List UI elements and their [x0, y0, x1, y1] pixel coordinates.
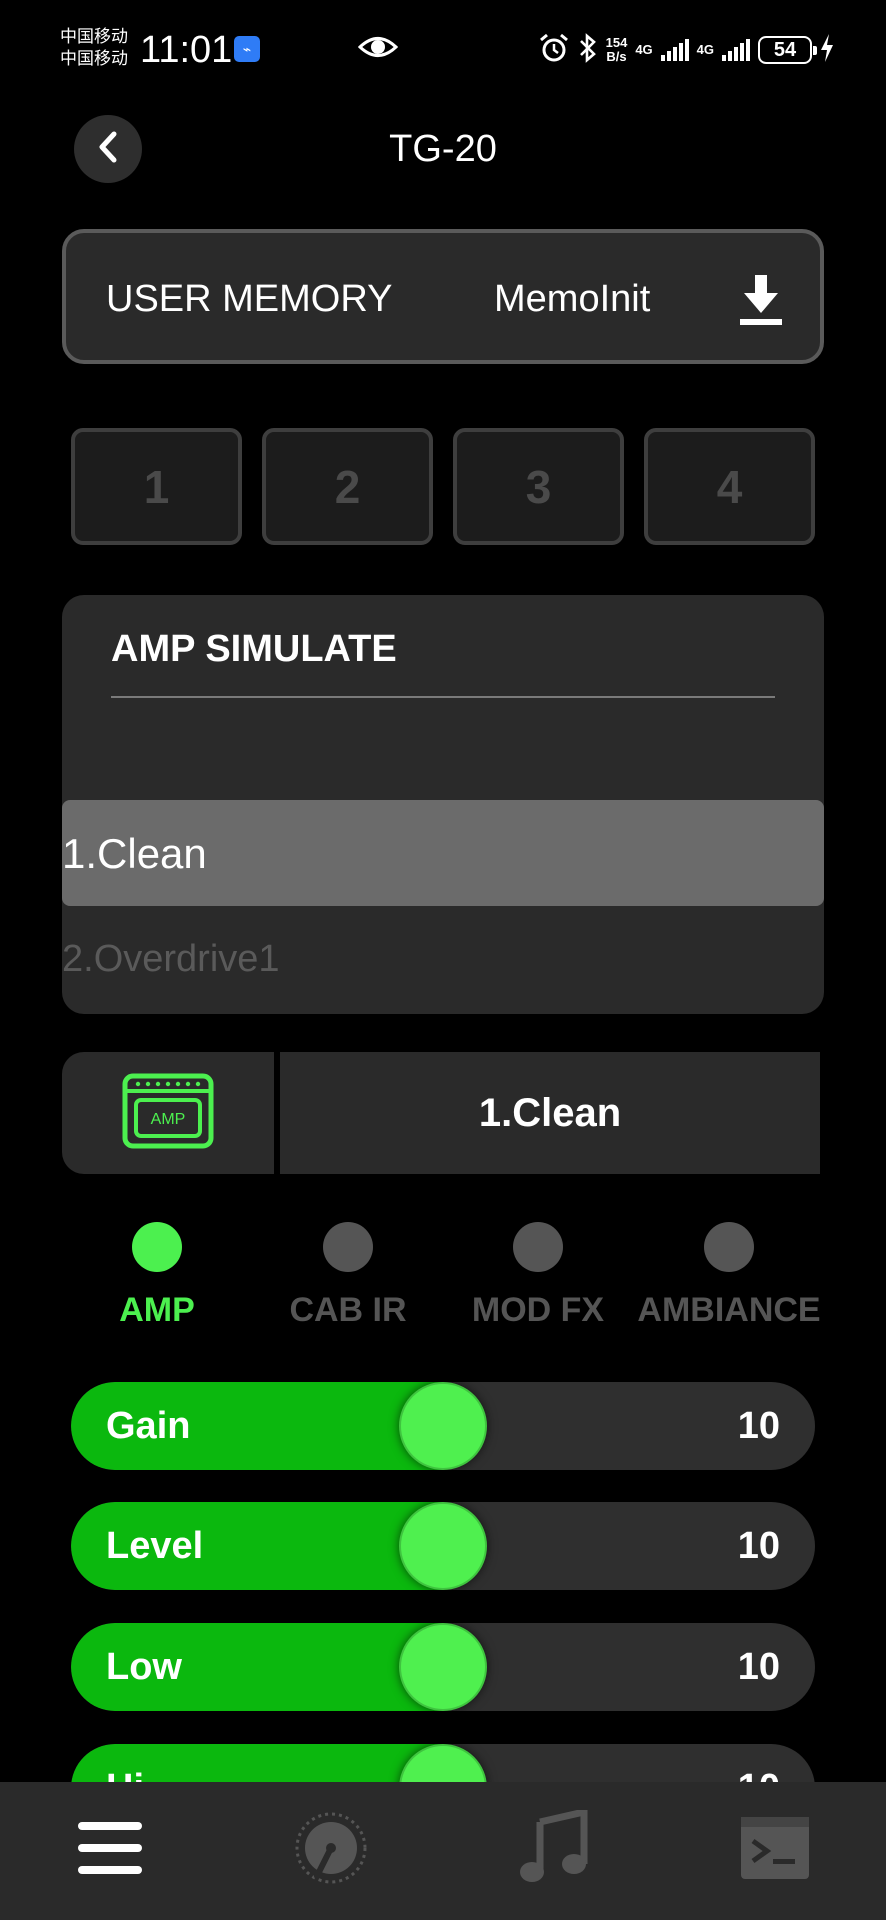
- user-memory-card[interactable]: USER MEMORY MemoInit: [62, 229, 824, 364]
- tab-label: MOD FX: [471, 1291, 605, 1329]
- menu-icon: [76, 1818, 144, 1883]
- tab-indicator: [132, 1222, 182, 1272]
- amp-icon: AMP: [122, 1073, 214, 1154]
- amp-option[interactable]: 2.Overdrive1: [62, 935, 280, 983]
- tab-cab-ir[interactable]: CAB IR: [253, 1222, 443, 1332]
- page-title: TG-20: [389, 128, 497, 170]
- nav-tuner[interactable]: [286, 1810, 376, 1890]
- tab-amp[interactable]: AMP: [62, 1222, 252, 1332]
- nav-terminal[interactable]: [730, 1810, 820, 1890]
- signal-1-icon: [660, 39, 689, 61]
- amp-block-button[interactable]: AMP: [62, 1052, 274, 1174]
- download-button[interactable]: [736, 273, 786, 329]
- current-block-name: 1.Clean: [280, 1052, 820, 1174]
- eye-icon: [357, 32, 399, 67]
- tab-label: CAB IR: [289, 1291, 407, 1329]
- alarm-icon: [538, 32, 570, 69]
- slider-gain[interactable]: Gain 10: [71, 1382, 815, 1470]
- amp-option-selected[interactable]: 1.Clean: [62, 800, 824, 906]
- preset-button-4[interactable]: 4: [644, 428, 815, 545]
- status-bar: 中国移动 中国移动 11:01 ⌁ 154 B/s 4G 4G 54: [0, 0, 886, 100]
- current-block-bar: AMP 1.Clean: [62, 1052, 820, 1174]
- preset-button-3[interactable]: 3: [453, 428, 624, 545]
- carrier-2: 中国移动: [60, 49, 128, 69]
- usb-icon: ⌁: [234, 36, 260, 62]
- battery-icon: 54: [758, 36, 817, 64]
- slider-low[interactable]: Low 10: [71, 1623, 815, 1711]
- preset-buttons: 1 2 3 4: [71, 428, 815, 545]
- tab-mod-fx[interactable]: MOD FX: [443, 1222, 633, 1332]
- slider-value: 10: [737, 1646, 780, 1688]
- download-icon: [736, 275, 786, 333]
- nav-menu[interactable]: [65, 1810, 155, 1890]
- tab-ambiance[interactable]: AMBIANCE: [634, 1222, 824, 1332]
- tab-indicator: [513, 1222, 563, 1272]
- network-type-1: 4G: [635, 42, 653, 57]
- amp-simulate-panel[interactable]: AMP SIMULATE 1.Clean 2.Overdrive1: [62, 595, 824, 1014]
- terminal-icon: [739, 1815, 811, 1886]
- slider-thumb[interactable]: [399, 1502, 487, 1590]
- status-indicators: 154 B/s 4G 4G 54: [538, 30, 834, 70]
- bluetooth-icon: [578, 32, 598, 69]
- slider-label: Level: [106, 1525, 204, 1567]
- charging-icon: [820, 33, 834, 67]
- tab-label: AMBIANCE: [637, 1291, 821, 1329]
- slider-value: 10: [737, 1525, 780, 1567]
- amp-option-label: 1.Clean: [62, 830, 207, 877]
- module-tabs: AMP CAB IR MOD FX AMBIANCE: [62, 1222, 824, 1332]
- amp-simulate-title: AMP SIMULATE: [111, 628, 397, 670]
- slider-level[interactable]: Level 10: [71, 1502, 815, 1590]
- slider-thumb[interactable]: [399, 1382, 487, 1470]
- preset-button-1[interactable]: 1: [71, 428, 242, 545]
- status-time: 11:01: [140, 29, 233, 71]
- music-note-icon: [518, 1807, 588, 1891]
- preset-name[interactable]: MemoInit: [494, 277, 650, 321]
- preset-button-2[interactable]: 2: [262, 428, 433, 545]
- slider-label: Low: [106, 1646, 182, 1688]
- network-type-2: 4G: [696, 42, 714, 57]
- tab-label: AMP: [119, 1291, 195, 1329]
- signal-2-icon: [722, 39, 750, 61]
- divider: [111, 696, 775, 698]
- tab-indicator: [323, 1222, 373, 1272]
- user-memory-label: USER MEMORY: [106, 278, 393, 320]
- amp-icon-text: AMP: [151, 1111, 186, 1128]
- tuner-knob-icon: [293, 1810, 369, 1891]
- net-speed: 154 B/s: [605, 35, 628, 64]
- slider-value: 10: [737, 1405, 780, 1447]
- carrier-names: 中国移动 中国移动: [60, 26, 128, 70]
- slider-label: Gain: [106, 1405, 191, 1447]
- bottom-navigation: [0, 1782, 886, 1920]
- carrier-1: 中国移动: [60, 27, 128, 47]
- slider-thumb[interactable]: [399, 1623, 487, 1711]
- tab-indicator: [704, 1222, 754, 1272]
- nav-music[interactable]: [508, 1807, 598, 1891]
